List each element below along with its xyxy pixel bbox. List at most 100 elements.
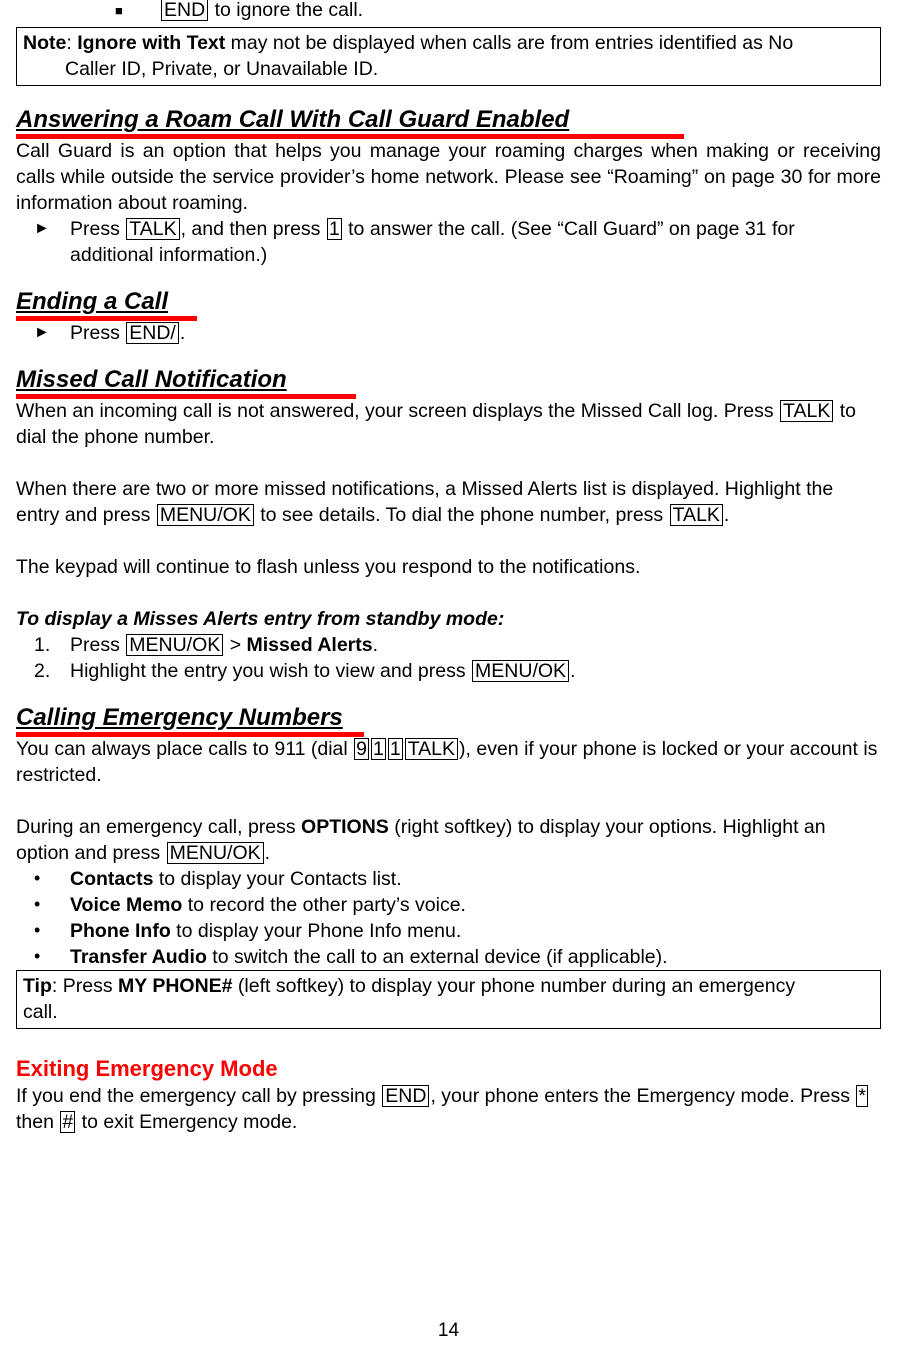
key-talk: TALK bbox=[404, 738, 459, 760]
roam-paragraph: Call Guard is an option that helps you m… bbox=[16, 140, 881, 214]
roam-heading-rule bbox=[16, 134, 684, 139]
emergency-option-3-bold: Transfer Audio bbox=[70, 946, 207, 968]
dot-bullet-icon: • bbox=[34, 920, 41, 940]
roam-heading: Answering a Roam Call With Call Guard En… bbox=[16, 106, 570, 133]
ending-step-suffix: . bbox=[179, 322, 186, 344]
manual-page: ■ END to ignore the call. Note: Ignore wi… bbox=[0, 0, 897, 1360]
missed-paragraph-2: When there are two or more missed notifi… bbox=[16, 476, 881, 528]
emergency-option-phone-info: • Phone Info to display your Phone Info m… bbox=[16, 918, 881, 944]
emergency-option-1-text: to record the other party’s voice. bbox=[182, 894, 466, 916]
emergency-option-transfer-audio: • Transfer Audio to switch the call to an… bbox=[16, 944, 881, 970]
missed-p2-b: to see details. To dial the phone number… bbox=[254, 504, 669, 526]
emergency-p2-bold: OPTIONS bbox=[301, 816, 389, 838]
roam-step-mid: , and then press bbox=[180, 218, 326, 240]
missed-p1-a: When an incoming call is not answered, y… bbox=[16, 400, 780, 422]
missed-sub-heading: To display a Misses Alerts entry from st… bbox=[16, 608, 505, 630]
top-bullet-item: ■ END to ignore the call. bbox=[16, 0, 881, 23]
missed-heading: Missed Call Notification bbox=[16, 366, 287, 393]
note-colon: : bbox=[66, 32, 78, 54]
emergency-option-0-text: to display your Contacts list. bbox=[153, 868, 402, 890]
key-menu-ok: MENU/OK bbox=[126, 634, 224, 656]
key-menu-ok: MENU/OK bbox=[472, 660, 570, 682]
tip-bold-term: MY PHONE# bbox=[118, 975, 233, 997]
tip-line-1: Tip: Press MY PHONE# (left softkey) to d… bbox=[23, 975, 795, 997]
missed-step-2-prefix: Highlight the entry you wish to view and… bbox=[70, 660, 472, 682]
key-asterisk: * bbox=[856, 1085, 868, 1107]
tip-line-2: call. bbox=[23, 1001, 58, 1023]
arrow-bullet-icon: ► bbox=[34, 324, 50, 341]
ending-heading: Ending a Call bbox=[16, 288, 169, 315]
missed-paragraph-1: When an incoming call is not answered, y… bbox=[16, 398, 881, 450]
missed-heading-wrap: Missed Call Notification bbox=[16, 366, 881, 399]
emergency-heading-wrap: Calling Emergency Numbers bbox=[16, 704, 881, 737]
emergency-option-0-bold: Contacts bbox=[70, 868, 154, 890]
key-end: END bbox=[161, 0, 209, 21]
arrow-bullet-icon: ► bbox=[34, 220, 50, 237]
missed-step-1: 1. Press MENU/OK > Missed Alerts. bbox=[16, 632, 881, 658]
exiting-heading: Exiting Emergency Mode bbox=[16, 1056, 278, 1081]
missed-step-1-suffix: . bbox=[372, 634, 379, 656]
emergency-option-2-bold: Phone Info bbox=[70, 920, 171, 942]
key-9: 9 bbox=[354, 738, 369, 760]
key-pound: # bbox=[60, 1111, 76, 1133]
note-label: Note bbox=[23, 32, 67, 54]
emergency-heading-rule bbox=[16, 732, 364, 737]
missed-paragraph-3: The keypad will continue to flash unless… bbox=[16, 556, 641, 578]
emergency-option-voice-memo: • Voice Memo to record the other party’s … bbox=[16, 892, 881, 918]
note-line-2: Caller ID, Private, or Unavailable ID. bbox=[65, 58, 379, 80]
tip-label: Tip bbox=[23, 975, 52, 997]
key-talk: TALK bbox=[780, 400, 834, 422]
note-bold-term: Ignore with Text bbox=[77, 32, 226, 54]
missed-p2-c: . bbox=[723, 504, 730, 526]
emergency-option-3-text: to switch the call to an external device… bbox=[206, 946, 668, 968]
roam-step: ► Press TALK, and then press 1 to answer … bbox=[16, 216, 881, 268]
emergency-heading: Calling Emergency Numbers bbox=[16, 704, 343, 731]
square-bullet-icon: ■ bbox=[115, 3, 123, 18]
missed-heading-rule bbox=[16, 394, 356, 399]
key-end: END bbox=[382, 1085, 430, 1107]
key-end-slash: END/ bbox=[126, 322, 179, 344]
tip-callout: Tip: Press MY PHONE# (left softkey) to d… bbox=[16, 970, 881, 1029]
top-bullet-text: to ignore the call. bbox=[209, 0, 364, 21]
dot-bullet-icon: • bbox=[34, 894, 41, 914]
key-talk: TALK bbox=[126, 218, 180, 240]
note-callout: Note: Ignore with Text may not be displa… bbox=[16, 27, 881, 86]
missed-step-2: 2. Highlight the entry you wish to view a… bbox=[16, 658, 881, 684]
ending-heading-wrap: Ending a Call bbox=[16, 288, 881, 321]
exiting-p1-c: then bbox=[16, 1111, 60, 1133]
dot-bullet-icon: • bbox=[34, 868, 41, 888]
exiting-paragraph: If you end the emergency call by pressin… bbox=[16, 1083, 881, 1135]
ending-step: ► Press END/. bbox=[16, 320, 881, 346]
exiting-p1-a: If you end the emergency call by pressin… bbox=[16, 1085, 382, 1107]
emergency-paragraph-2: During an emergency call, press OPTIONS … bbox=[16, 814, 881, 866]
exiting-p1-b: , your phone enters the Emergency mode. … bbox=[430, 1085, 856, 1107]
emergency-option-1-bold: Voice Memo bbox=[70, 894, 183, 916]
emergency-p2-a: During an emergency call, press bbox=[16, 816, 302, 838]
note-line-1: Note: Ignore with Text may not be displa… bbox=[23, 30, 874, 56]
key-menu-ok: MENU/OK bbox=[166, 842, 264, 864]
note-line1-rest: may not be displayed when calls are from… bbox=[225, 32, 794, 54]
missed-step-1-bold: Missed Alerts bbox=[246, 634, 373, 656]
exiting-p1-d: to exit Emergency mode. bbox=[76, 1111, 298, 1133]
missed-step-1-number: 1. bbox=[34, 634, 51, 656]
page-number: 14 bbox=[437, 1320, 460, 1341]
dot-bullet-icon: • bbox=[34, 946, 41, 966]
emergency-p2-c: . bbox=[264, 842, 271, 864]
emergency-p1-a: You can always place calls to 911 (dial bbox=[16, 738, 354, 760]
tip-colon: : Press bbox=[51, 975, 118, 997]
emergency-option-2-text: to display your Phone Info menu. bbox=[170, 920, 462, 942]
missed-step-1-prefix: Press bbox=[70, 634, 126, 656]
roam-step-prefix: Press bbox=[70, 218, 126, 240]
emergency-paragraph-1: You can always place calls to 911 (dial … bbox=[16, 736, 881, 788]
key-menu-ok: MENU/OK bbox=[156, 504, 254, 526]
tip-line1-rest: (left softkey) to display your phone num… bbox=[232, 975, 796, 997]
emergency-option-contacts: • Contacts to display your Contacts list. bbox=[16, 866, 881, 892]
key-talk: TALK bbox=[669, 504, 723, 526]
roam-heading-wrap: Answering a Roam Call With Call Guard En… bbox=[16, 106, 881, 139]
key-1: 1 bbox=[370, 738, 386, 760]
key-1: 1 bbox=[387, 738, 403, 760]
missed-step-2-suffix: . bbox=[570, 660, 576, 682]
ending-step-prefix: Press bbox=[70, 322, 126, 344]
missed-step-1-mid: > bbox=[224, 634, 247, 656]
missed-step-2-number: 2. bbox=[34, 660, 51, 682]
